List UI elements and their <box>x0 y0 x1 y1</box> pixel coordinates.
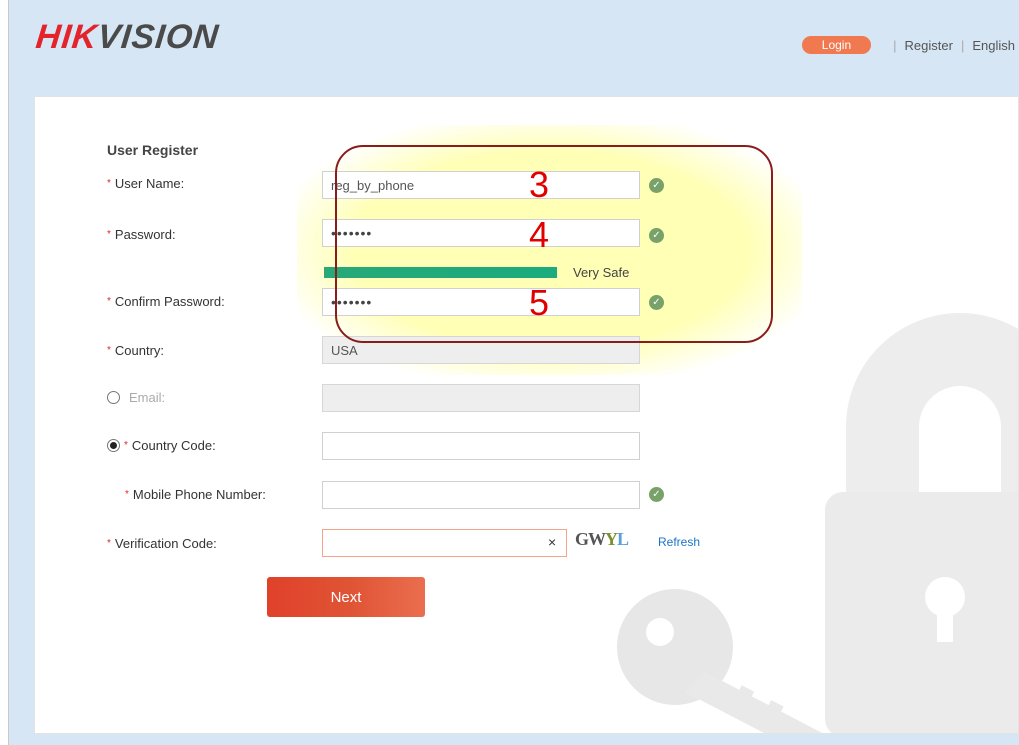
nav-separator: | <box>893 37 897 53</box>
clear-input-icon[interactable]: × <box>548 534 556 550</box>
logo-vision-text: VISION <box>95 18 221 56</box>
email-radio[interactable] <box>107 391 120 404</box>
required-mark: * <box>124 440 128 451</box>
mobile-phone-label-text: Mobile Phone Number: <box>132 487 266 502</box>
hikvision-logo[interactable]: HIKVISION <box>34 18 221 57</box>
user-name-label: * User Name: <box>107 176 184 191</box>
email-label: Email: <box>129 390 165 405</box>
verification-code-label-text: Verification Code: <box>114 536 217 551</box>
user-name-label-text: User Name: <box>114 176 185 191</box>
nav-separator: | <box>960 37 965 53</box>
register-card: User Register * User Name: reg_by_phone … <box>34 96 1019 734</box>
annotation-step-4: 4 <box>529 214 550 255</box>
login-button[interactable]: Login <box>801 36 872 54</box>
annotation-highlight-box <box>335 145 773 343</box>
annotation-step-5: 5 <box>529 282 550 323</box>
mobile-phone-valid-check-icon: ✓ <box>649 487 664 502</box>
country-code-input[interactable] <box>322 432 640 460</box>
required-mark: * <box>107 345 111 356</box>
verification-code-label: * Verification Code: <box>107 536 217 551</box>
next-button[interactable]: Next <box>267 577 425 617</box>
logo-hik-text: HIK <box>34 18 100 56</box>
country-label-text: Country: <box>114 343 165 358</box>
form-title: User Register <box>107 142 199 158</box>
captcha-char: L <box>617 529 629 549</box>
email-label-text: Email: <box>129 390 166 405</box>
captcha-image: GWYL <box>575 529 653 557</box>
country-value: USA <box>331 342 358 358</box>
password-label-text: Password: <box>114 227 176 242</box>
country-code-label-text: Country Code: <box>131 438 216 453</box>
email-input[interactable] <box>322 384 640 412</box>
required-mark: * <box>107 296 111 307</box>
required-mark: * <box>107 178 111 189</box>
top-nav: Login | Register | English <box>801 36 1015 54</box>
language-link[interactable]: English <box>972 38 1015 53</box>
mobile-phone-input[interactable] <box>322 481 640 509</box>
captcha-char: GW <box>575 529 606 549</box>
required-mark: * <box>107 538 111 549</box>
required-mark: * <box>107 229 111 240</box>
confirm-password-label-text: Confirm Password: <box>114 294 225 309</box>
annotation-step-3: 3 <box>529 164 550 205</box>
country-code-label: * Country Code: <box>124 438 216 453</box>
password-label: * Password: <box>107 227 176 242</box>
register-link[interactable]: Register <box>905 38 953 53</box>
confirm-password-label: * Confirm Password: <box>107 294 225 309</box>
header: HIKVISION Login | Register | English <box>8 0 1019 95</box>
refresh-captcha-link[interactable]: Refresh <box>658 535 700 549</box>
radio-selected-dot <box>110 442 117 449</box>
verification-code-input[interactable] <box>322 529 567 557</box>
country-code-radio[interactable] <box>107 439 120 452</box>
required-mark: * <box>125 489 129 500</box>
country-label: * Country: <box>107 343 164 358</box>
captcha-char: Y <box>605 529 618 549</box>
mobile-phone-label: * Mobile Phone Number: <box>125 487 266 502</box>
